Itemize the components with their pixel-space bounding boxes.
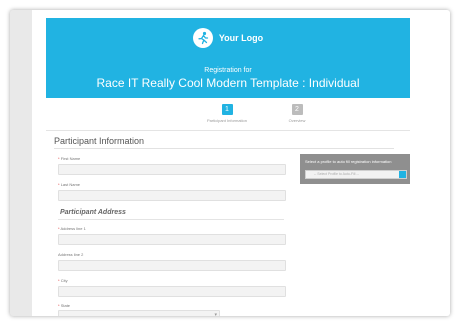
progress-steps: 1 Participant Information 2 Overview xyxy=(46,98,410,131)
profile-select[interactable]: -- Select Profile to Auto-Fill -- xyxy=(305,170,407,179)
address-line-1-input[interactable] xyxy=(58,234,286,245)
state-label: * State xyxy=(58,303,70,308)
first-name-input[interactable] xyxy=(58,164,286,175)
step-label: Participant Information xyxy=(206,118,248,123)
address-subhead: Participant Address xyxy=(60,209,126,216)
page-header: Your Logo Registration for Race IT Reall… xyxy=(46,18,410,98)
logo-text: Your Logo xyxy=(218,33,264,43)
chevron-down-icon: ▾ xyxy=(214,312,217,316)
state-label-text: State xyxy=(60,303,71,308)
browser-frame: Your Logo Registration for Race IT Reall… xyxy=(10,10,450,316)
state-select[interactable]: ▾ xyxy=(58,310,220,316)
required-marker: * xyxy=(58,303,60,308)
step-number: 1 xyxy=(221,104,233,115)
address-line-1-label: * Address line 1 xyxy=(58,226,86,231)
first-name-label: * First Name xyxy=(58,156,80,161)
first-name-label-text: First Name xyxy=(60,156,81,161)
chevron-down-icon[interactable] xyxy=(399,171,406,178)
divider xyxy=(58,219,284,220)
last-name-input[interactable] xyxy=(58,190,286,201)
address-line-2-input[interactable] xyxy=(58,260,286,271)
step-label: Overview xyxy=(288,118,306,123)
registration-page: Your Logo Registration for Race IT Reall… xyxy=(32,10,450,316)
last-name-label-text: Last Name xyxy=(60,182,81,187)
required-marker: * xyxy=(58,182,60,187)
registration-for-label: Registration for xyxy=(204,67,252,74)
profile-select-placeholder: -- Select Profile to Auto-Fill -- xyxy=(314,172,359,176)
city-label-text: City xyxy=(60,278,68,283)
city-input[interactable] xyxy=(58,286,286,297)
city-label: * City xyxy=(58,278,68,283)
step-participant-information[interactable]: 1 Participant Information xyxy=(192,104,262,123)
event-title: Race IT Really Cool Modern Template : In… xyxy=(96,76,360,90)
address-line-1-label-text: Address line 1 xyxy=(60,226,86,231)
runner-icon xyxy=(192,28,213,48)
required-marker: * xyxy=(58,156,60,161)
required-marker: * xyxy=(58,278,60,283)
last-name-label: * Last Name xyxy=(58,182,80,187)
logo: Your Logo xyxy=(46,27,410,49)
address-line-2-label: Address line 2 xyxy=(58,252,83,257)
divider xyxy=(54,148,394,149)
section-title: Participant Information xyxy=(54,136,145,146)
address-line-2-label-text: Address line 2 xyxy=(58,252,84,257)
profile-autofill-panel: Select a profile to auto fill registrati… xyxy=(300,154,410,184)
step-overview[interactable]: 2 Overview xyxy=(262,104,332,123)
profile-prompt: Select a profile to auto fill registrati… xyxy=(305,159,392,164)
step-number: 2 xyxy=(291,104,303,115)
